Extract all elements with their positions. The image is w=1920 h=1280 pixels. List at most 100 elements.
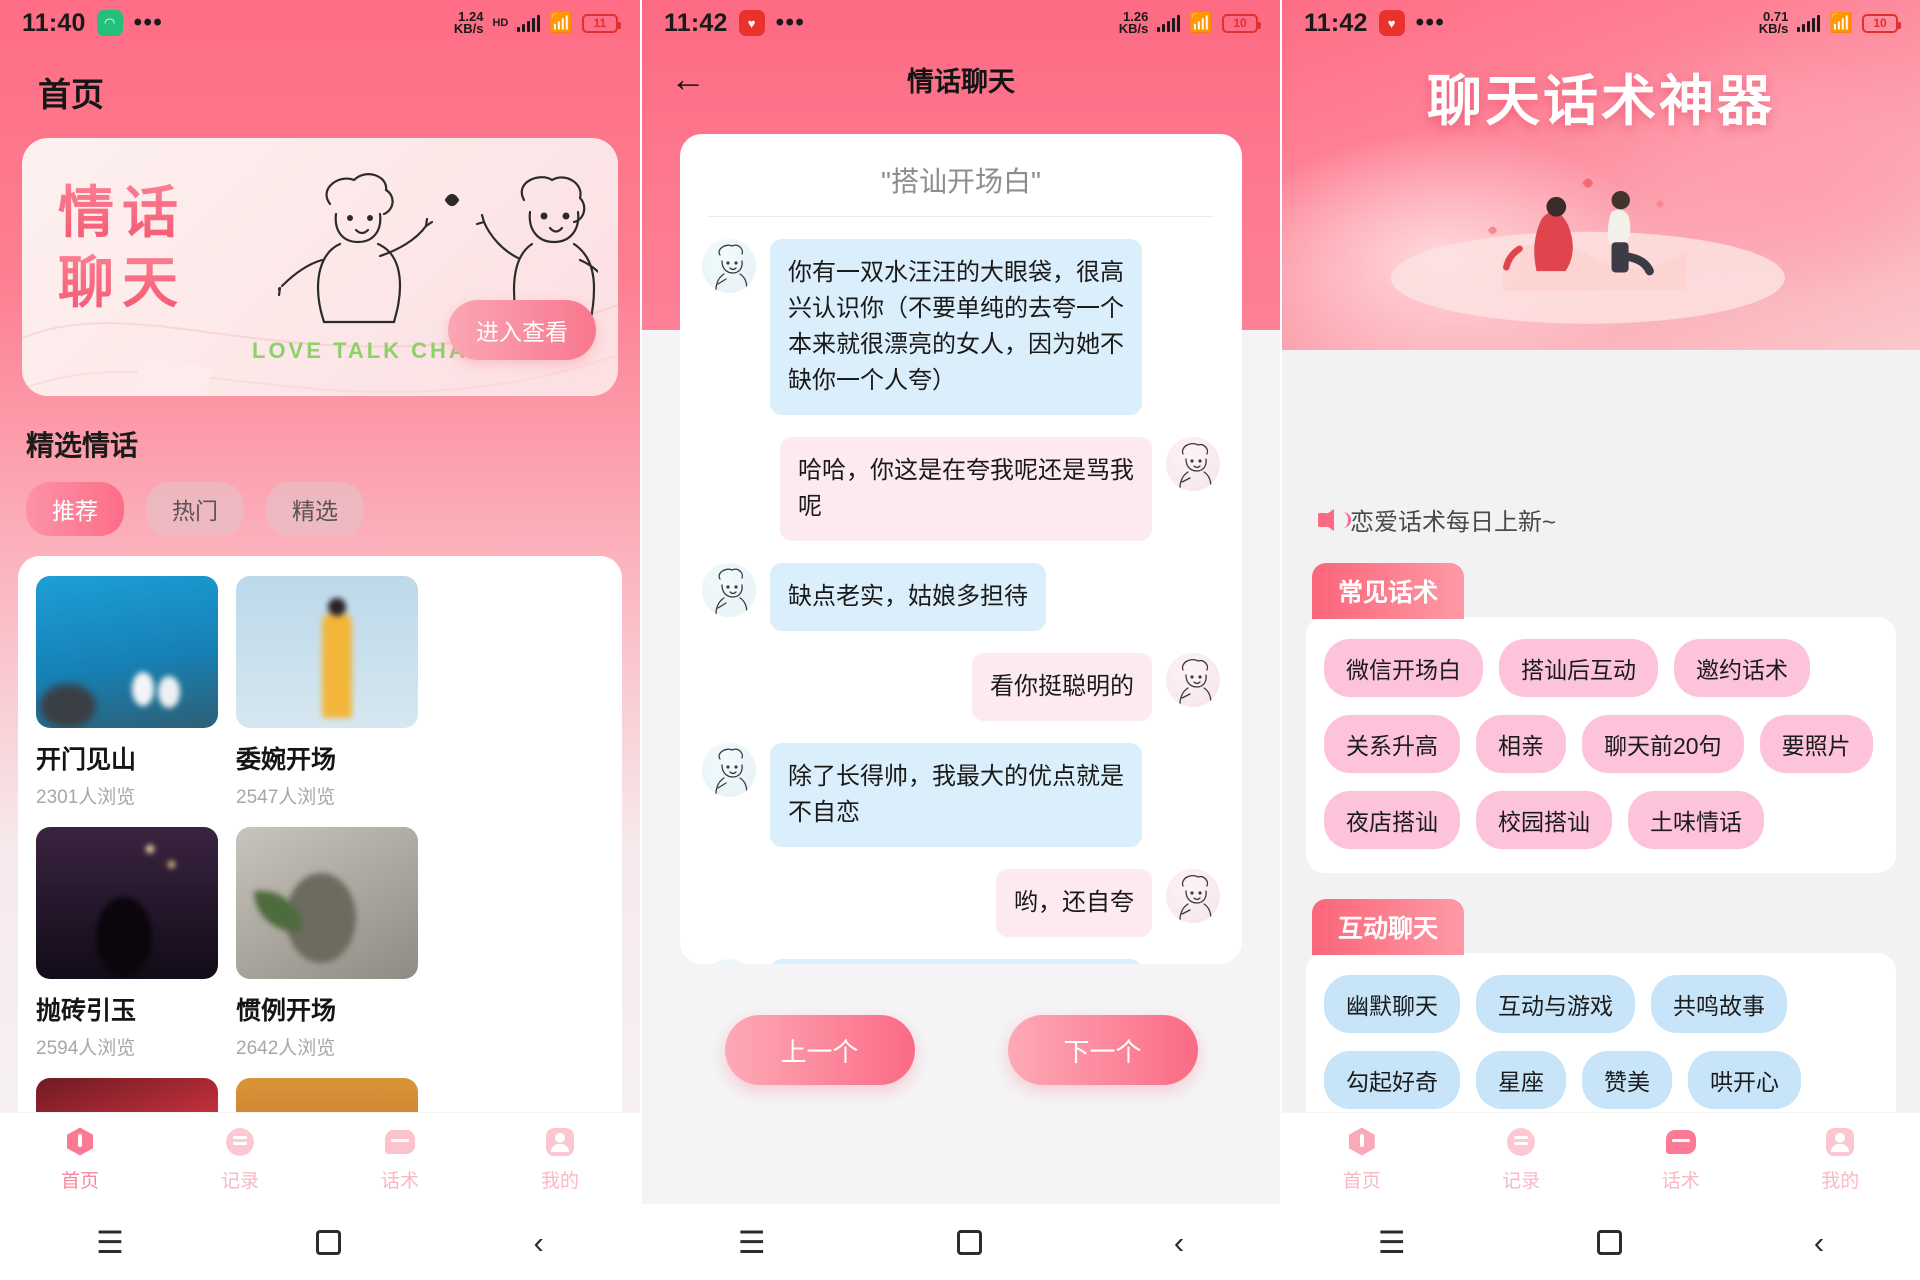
tag-chip[interactable]: 幽默聊天 (1324, 975, 1460, 1033)
page-title: 情话聊天 (907, 66, 1015, 97)
tag-chip[interactable]: 赞美 (1582, 1051, 1672, 1109)
back-icon[interactable]: ‹ (534, 1227, 544, 1258)
tab-profile[interactable]: 我的 (480, 1125, 640, 1193)
tab-profile[interactable]: 我的 (1761, 1125, 1920, 1193)
signal-icon (1157, 14, 1181, 32)
signal-icon (1797, 14, 1821, 32)
menu-icon[interactable]: ☰ (1378, 1227, 1406, 1258)
tab-label: 首页 (1342, 1170, 1381, 1192)
tag-chip[interactable]: 关系升高 (1324, 715, 1460, 773)
profile-icon (480, 1125, 640, 1159)
message-bubble: 你有一双水汪汪的大眼袋，很高兴认识你（不要单纯的去夸一个本来就很漂亮的女人，因为… (770, 239, 1142, 415)
tab-home[interactable]: 首页 (0, 1125, 160, 1193)
tab-label: 记录 (220, 1170, 259, 1192)
tag-chip[interactable]: 要照片 (1759, 715, 1873, 773)
tag-chip[interactable]: 共鸣故事 (1651, 975, 1787, 1033)
tag-chip[interactable]: 聊天前20句 (1582, 715, 1744, 773)
card-views: 2642人浏览 (236, 1038, 336, 1059)
home-square-icon[interactable] (957, 1229, 983, 1255)
section-body: 微信开场白 搭讪后互动 邀约话术 关系升高 相亲 聊天前20句 要照片 夜店搭讪… (1306, 617, 1896, 873)
battery-icon: 10 (1862, 13, 1901, 33)
menu-icon[interactable]: ☰ (738, 1227, 766, 1258)
card-views: 2301人浏览 (36, 787, 136, 808)
hd-icon: HD (492, 17, 509, 29)
list-item[interactable]: 惯例开场 2642人浏览 (236, 827, 418, 1060)
back-arrow-icon[interactable]: ← (670, 61, 706, 97)
prev-button[interactable]: 上一个 (724, 1015, 915, 1085)
card-title: 开门见山 (36, 746, 137, 774)
avatar (1166, 437, 1220, 491)
chat-message: 看你挺聪明的 (702, 653, 1220, 721)
tab-home[interactable]: 首页 (1282, 1125, 1442, 1193)
tab-scripts[interactable]: 话术 (320, 1125, 480, 1193)
avatar (702, 239, 756, 293)
next-button[interactable]: 下一个 (1007, 1015, 1198, 1085)
avatar (702, 959, 756, 964)
three-phone-screenshots: 11:40 ◠ ••• 1.24 KB/s HD 📶 11 首页 情话 聊天 L… (0, 0, 1920, 1280)
back-icon[interactable]: ‹ (1814, 1227, 1824, 1258)
tag-chip[interactable]: 星座 (1476, 1051, 1566, 1109)
filter-chip-featured[interactable]: 精选 (266, 482, 364, 536)
signal-icon (517, 14, 541, 32)
tag-chip[interactable]: 勾起好奇 (1324, 1051, 1460, 1109)
bottom-tab-bar-3: 首页 记录 话术 我的 (1282, 1112, 1920, 1204)
tag-chip[interactable]: 土味情话 (1628, 791, 1764, 849)
network-speed: 1.24 KB/s (453, 9, 484, 36)
battery-icon: 11 (582, 13, 621, 33)
filter-chip-hot[interactable]: 热门 (146, 482, 244, 536)
card-views: 2594人浏览 (36, 1038, 136, 1059)
panel-chat: 11:42 ♥ ••• 1.26 KB/s 📶 10 ← 情话聊天 "搭讪开场白" (640, 0, 1280, 1280)
divider (708, 216, 1214, 217)
tag-chip[interactable]: 微信开场白 (1324, 639, 1483, 697)
status-time: 11:42 (664, 8, 728, 37)
home-icon (0, 1125, 160, 1159)
filter-chip-recommend[interactable]: 推荐 (26, 482, 124, 536)
banner-title: 情话 聊天 (58, 178, 186, 318)
tab-label: 首页 (60, 1170, 99, 1192)
system-nav-2: ☰ ‹ (642, 1204, 1280, 1280)
panel-home: 11:40 ◠ ••• 1.24 KB/s HD 📶 11 首页 情话 聊天 L… (0, 0, 640, 1280)
message-bubble: 哟，还自夸 (996, 869, 1152, 937)
speaker-icon (1318, 508, 1351, 531)
chat-action-buttons: 上一个 下一个 (642, 1015, 1280, 1085)
home-square-icon[interactable] (1597, 1229, 1623, 1255)
tag-chip[interactable]: 邀约话术 (1674, 639, 1810, 697)
back-icon[interactable]: ‹ (1174, 1227, 1184, 1258)
list-item[interactable]: 开门见山 2301人浏览 (36, 576, 218, 809)
tab-scripts[interactable]: 话术 (1601, 1125, 1761, 1193)
featured-section-title: 精选情话 (26, 430, 139, 461)
tab-label: 我的 (540, 1170, 579, 1192)
chat-message: 哈哈，你这是在夸我呢还是骂我呢 (702, 437, 1220, 541)
network-speed: 0.71 KB/s (1758, 9, 1789, 36)
status-time: 11:40 (22, 8, 86, 37)
talk-icon (1601, 1125, 1761, 1159)
tab-records[interactable]: 记录 (1442, 1125, 1602, 1193)
tag-chip[interactable]: 互动与游戏 (1476, 975, 1635, 1033)
status-overflow: ••• (133, 9, 164, 36)
list-item[interactable]: 抛砖引玉 2594人浏览 (36, 827, 218, 1060)
home-icon (1282, 1125, 1442, 1159)
card-thumbnail (236, 576, 418, 728)
status-bar-1: 11:40 ◠ ••• 1.24 KB/s HD 📶 11 (0, 0, 640, 46)
tag-chip[interactable]: 校园搭讪 (1476, 791, 1612, 849)
home-square-icon[interactable] (316, 1229, 342, 1255)
tab-records[interactable]: 记录 (160, 1125, 320, 1193)
avatar (1166, 869, 1220, 923)
tag-chip[interactable]: 相亲 (1476, 715, 1566, 773)
list-item[interactable]: 委婉开场 2547人浏览 (236, 576, 418, 809)
notice-bar[interactable]: 恋爱话术每日上新~ (1306, 502, 1896, 537)
section-title: 常见话术 (1312, 563, 1465, 619)
tag-chip[interactable]: 哄开心 (1688, 1051, 1801, 1109)
mi-icon: ◠ (96, 10, 123, 36)
tag-chip[interactable]: 搭讪后互动 (1499, 639, 1658, 697)
section-common-scripts: 常见话术 微信开场白 搭讪后互动 邀约话术 关系升高 相亲 聊天前20句 要照片… (1306, 563, 1896, 873)
tag-chip[interactable]: 夜店搭讪 (1324, 791, 1460, 849)
network-speed: 1.26 KB/s (1118, 9, 1149, 36)
home-banner[interactable]: 情话 聊天 LOVE TALK CHAT 进入查看 (22, 138, 618, 396)
tag-row: 微信开场白 搭讪后互动 邀约话术 关系升高 相亲 聊天前20句 要照片 夜店搭讪… (1324, 639, 1878, 849)
menu-icon[interactable]: ☰ (96, 1227, 124, 1258)
status-overflow: ••• (775, 9, 806, 36)
battery-icon: 10 (1222, 13, 1261, 33)
message-bubble: 哈哈，你这是在夸我呢还是骂我呢 (780, 437, 1152, 541)
banner-enter-button[interactable]: 进入查看 (448, 300, 596, 360)
